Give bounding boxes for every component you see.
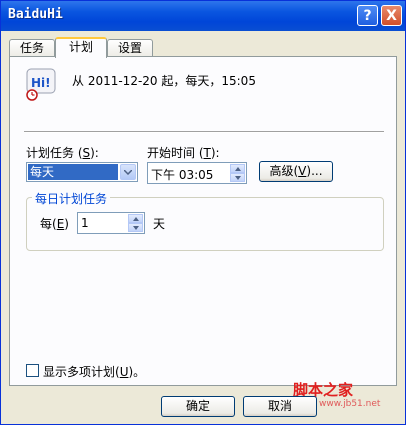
baiduhi-clock-icon: Hi! <box>26 68 56 101</box>
every-days-spinner[interactable]: 1 <box>77 212 145 234</box>
schedule-task-label: 计划任务 (S): <box>26 146 99 160</box>
divider <box>24 131 384 133</box>
spin-down-icon[interactable] <box>128 223 143 232</box>
window-title: BaiduHi <box>8 7 63 22</box>
tab-schedule[interactable]: 计划 <box>55 37 107 58</box>
every-days-value: 1 <box>81 216 89 230</box>
ok-button[interactable]: 确定 <box>161 396 235 417</box>
spin-up-icon[interactable] <box>230 164 245 173</box>
start-time-value: 下午 03:05 <box>151 168 214 182</box>
watermark-url: www.jb51.net <box>319 399 381 409</box>
close-icon: X <box>386 7 397 24</box>
title-bar[interactable]: BaiduHi ? X <box>1 1 405 31</box>
spin-down-icon[interactable] <box>230 173 245 182</box>
every-label: 每(E) <box>40 217 69 231</box>
show-multiple-label[interactable]: 显示多项计划(U)。 <box>43 363 145 380</box>
schedule-panel: Hi! 从 2011-12-20 起，每天，15:05 计划任务 (S): 每天… <box>9 56 397 386</box>
chevron-down-icon[interactable] <box>120 164 136 180</box>
show-multiple-checkbox[interactable] <box>26 364 39 377</box>
tab-settings[interactable]: 设置 <box>107 39 153 57</box>
tab-schedule-label: 计划 <box>68 40 93 54</box>
spin-up-icon[interactable] <box>128 214 143 223</box>
schedule-task-value: 每天 <box>28 164 118 180</box>
schedule-task-select[interactable]: 每天 <box>26 162 138 182</box>
help-icon: ? <box>363 7 372 24</box>
help-button[interactable]: ? <box>357 5 378 26</box>
tab-task[interactable]: 任务 <box>9 39 55 57</box>
schedule-summary: 从 2011-12-20 起，每天，15:05 <box>72 74 256 88</box>
hi-logo-text: Hi! <box>31 76 51 90</box>
advanced-button[interactable]: 高级(V)... <box>259 161 333 182</box>
start-time-label: 开始时间 (T): <box>147 146 220 160</box>
tab-task-label: 任务 <box>19 41 44 55</box>
daily-group-title: 每日计划任务 <box>32 190 111 207</box>
dialog-window: BaiduHi ? X 任务 计划 设置 Hi! 从 2011-12-20 起，… <box>0 0 406 425</box>
cancel-button[interactable]: 取消 <box>243 396 317 417</box>
close-button[interactable]: X <box>381 5 402 26</box>
start-time-spinner[interactable]: 下午 03:05 <box>147 162 247 184</box>
tab-settings-label: 设置 <box>117 41 142 55</box>
day-unit-label: 天 <box>153 217 166 231</box>
